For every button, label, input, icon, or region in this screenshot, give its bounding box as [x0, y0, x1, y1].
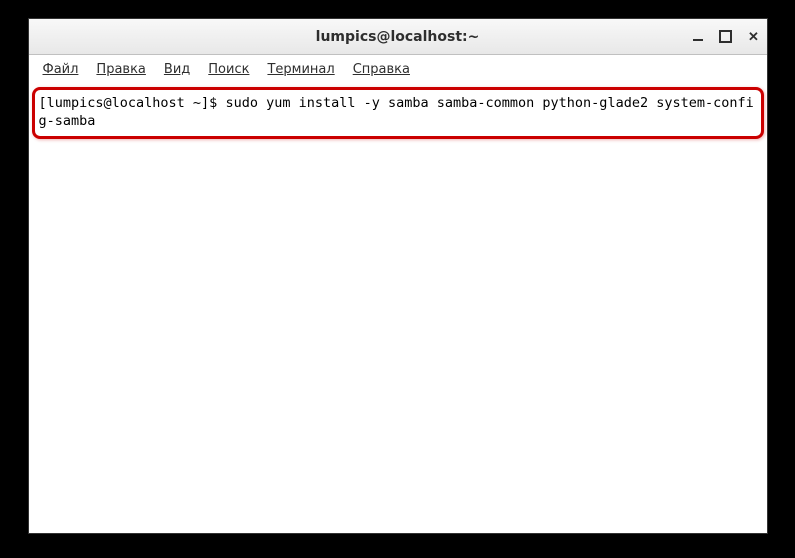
terminal-prompt: [lumpics@localhost ~]$	[39, 95, 226, 111]
terminal-window: lumpics@localhost:~ Файл Правка Вид Поис…	[28, 18, 768, 534]
close-button[interactable]	[747, 30, 761, 44]
terminal-line: [lumpics@localhost ~]$ sudo yum install …	[39, 94, 757, 130]
annotation-highlight-box: [lumpics@localhost ~]$ sudo yum install …	[32, 87, 764, 139]
menu-search[interactable]: Поиск	[200, 59, 257, 80]
terminal-content-area[interactable]: [lumpics@localhost ~]$ sudo yum install …	[29, 83, 767, 533]
menu-help[interactable]: Справка	[345, 59, 418, 80]
menu-edit[interactable]: Правка	[88, 59, 153, 80]
window-title: lumpics@localhost:~	[316, 29, 480, 45]
maximize-button[interactable]	[719, 30, 733, 44]
menu-terminal[interactable]: Терминал	[259, 59, 342, 80]
window-controls	[691, 30, 761, 44]
menubar: Файл Правка Вид Поиск Терминал Справка	[29, 55, 767, 83]
menu-file[interactable]: Файл	[35, 59, 87, 80]
minimize-button[interactable]	[691, 30, 705, 44]
titlebar[interactable]: lumpics@localhost:~	[29, 19, 767, 55]
menu-view[interactable]: Вид	[156, 59, 198, 80]
